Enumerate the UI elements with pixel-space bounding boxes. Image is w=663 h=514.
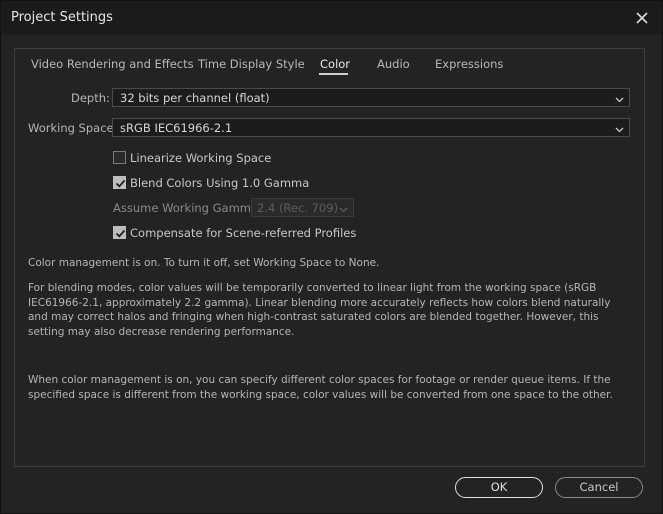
chevron-down-icon (339, 203, 348, 213)
assume-gamma-label: Assume Working Gamma: (113, 201, 262, 215)
tab-time-display-style[interactable]: Time Display Style (198, 57, 305, 71)
info-blending: For blending modes, color values will be… (28, 282, 611, 338)
working-space-value: sRGB IEC61966-2.1 (120, 121, 233, 135)
blend-colors-label: Blend Colors Using 1.0 Gamma (130, 176, 310, 190)
ok-button[interactable]: OK (455, 477, 543, 498)
project-settings-dialog: Project Settings Video Rendering and Eff… (0, 0, 663, 514)
tab-color[interactable]: Color (320, 57, 350, 71)
close-icon[interactable] (632, 8, 652, 28)
info-color-management: Color management is on. To turn it off, … (28, 257, 380, 269)
chevron-down-icon (615, 123, 624, 133)
dialog-title: Project Settings (11, 10, 113, 25)
title-bar[interactable]: Project Settings (1, 1, 662, 35)
tab-expressions[interactable]: Expressions (435, 57, 503, 71)
tab-audio[interactable]: Audio (377, 57, 410, 71)
depth-label: Depth: (71, 91, 110, 105)
compensate-label: Compensate for Scene-referred Profiles (130, 226, 357, 240)
linearize-label: Linearize Working Space (130, 151, 272, 165)
checkmark-icon (115, 229, 126, 238)
chevron-down-icon (615, 93, 624, 103)
assume-gamma-value: 2.4 (Rec. 709) (257, 201, 339, 215)
working-space-label: Working Space: (28, 121, 118, 135)
compensate-checkbox[interactable] (113, 226, 126, 239)
cancel-button[interactable]: Cancel (555, 477, 643, 498)
depth-dropdown[interactable]: 32 bits per channel (float) (112, 88, 630, 107)
info-color-spaces: When color management is on, you can spe… (28, 374, 613, 401)
linearize-checkbox[interactable] (113, 151, 126, 164)
depth-value: 32 bits per channel (float) (120, 91, 270, 105)
checkmark-icon (115, 179, 126, 188)
blend-colors-checkbox[interactable] (113, 176, 126, 189)
tab-video-rendering-and-effects[interactable]: Video Rendering and Effects (31, 57, 194, 71)
active-tab-indicator (319, 73, 348, 75)
assume-gamma-dropdown: 2.4 (Rec. 709) (251, 198, 354, 217)
working-space-dropdown[interactable]: sRGB IEC61966-2.1 (112, 118, 630, 137)
